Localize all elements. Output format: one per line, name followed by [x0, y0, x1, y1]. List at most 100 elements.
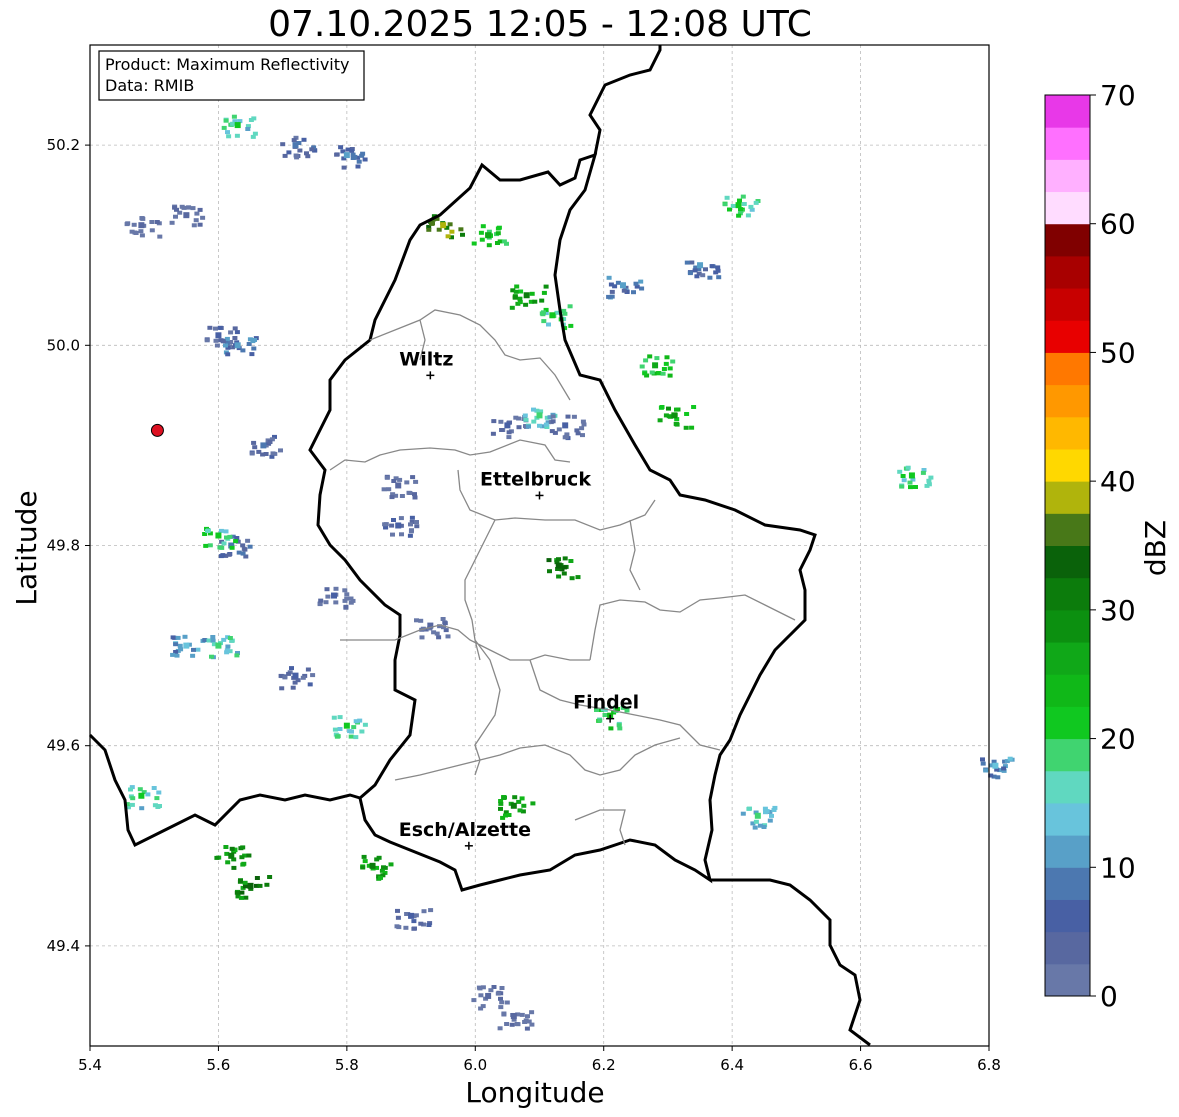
echo-pixel: [547, 569, 552, 574]
echo-pixel: [546, 558, 552, 563]
echo-pixel: [458, 227, 464, 232]
echo-pixel: [913, 485, 918, 489]
echo-pixel: [384, 475, 390, 480]
echo-pixel: [347, 729, 353, 734]
echo-pixel: [224, 648, 230, 653]
echo-pixel: [243, 895, 249, 900]
echo-pixel: [716, 275, 722, 280]
echo-pixel: [223, 343, 228, 348]
echo-pixel: [663, 361, 669, 366]
echo-pixel: [323, 600, 329, 605]
echo-core: [555, 562, 562, 569]
echo-pixel: [486, 243, 492, 248]
echo-core: [234, 122, 241, 129]
echo-pixel: [606, 275, 612, 280]
echo-pixel: [249, 451, 255, 456]
echo-pixel: [926, 482, 932, 487]
echo-pixel: [541, 310, 546, 315]
city-label: Ettelbruck: [480, 468, 591, 490]
echo-pixel: [512, 795, 518, 800]
echo-pixel: [531, 419, 537, 424]
colorbar-segment: [1045, 642, 1090, 675]
echo-pixel: [621, 288, 627, 293]
echo-pixel: [337, 715, 343, 720]
echo-pixel: [289, 666, 294, 671]
echo-pixel: [333, 586, 339, 591]
echo-pixel: [703, 267, 708, 272]
echo-pixel: [480, 224, 486, 229]
echo-pixel: [376, 855, 382, 860]
echo-pixel: [391, 518, 396, 522]
echo-pixel: [543, 284, 549, 289]
echo-pixel: [200, 215, 206, 220]
echo-pixel: [503, 813, 508, 818]
echo-pixel: [220, 339, 226, 344]
y-axis-ticks: 49.4 49.6 49.8 50.0 50.2: [47, 136, 90, 955]
echo-pixel: [397, 477, 403, 482]
colorbar-tick-label: 20: [1100, 723, 1136, 756]
city-label: Findel: [573, 692, 639, 714]
echo-pixel: [543, 422, 549, 427]
echo-pixel: [667, 373, 673, 378]
echo-pixel: [412, 926, 417, 931]
x-tick-label: 6.6: [849, 1056, 873, 1074]
echo-pixel: [639, 286, 645, 291]
x-axis-ticks: 5.4 5.6 5.8 6.0 6.2 6.4 6.6 6.8: [78, 1046, 1001, 1074]
echo-pixel: [521, 803, 527, 808]
echo-pixel: [332, 727, 338, 732]
echo-pixel: [178, 647, 184, 652]
colorbar-segment: [1045, 770, 1090, 804]
echo-pixel: [378, 875, 383, 880]
echo-pixel: [495, 991, 501, 996]
echo-pixel: [687, 271, 693, 276]
radar-site-marker: [150, 423, 164, 437]
echo-pixel: [504, 1000, 510, 1005]
echo-core: [504, 422, 511, 429]
echo-pixel: [642, 371, 648, 376]
echo-pixel: [124, 222, 130, 227]
echo-pixel: [434, 631, 440, 636]
echo-pixel: [247, 544, 253, 549]
echo-pixel: [408, 522, 413, 527]
echo-pixel: [399, 532, 404, 537]
echo-pixel: [209, 654, 214, 659]
city-label: Wiltz: [399, 348, 453, 370]
echo-core: [510, 802, 517, 809]
echo-pixel: [242, 547, 248, 552]
echo-pixel: [689, 425, 695, 430]
echo-pixel: [351, 725, 357, 730]
echo-pixel: [226, 552, 232, 557]
echo-pixel: [609, 294, 615, 299]
echo-pixel: [151, 786, 157, 790]
echo-pixel: [498, 419, 504, 424]
echo-pixel: [310, 673, 316, 678]
echo-pixel: [568, 323, 574, 328]
colorbar-segment: [1045, 481, 1090, 514]
echo-pixel: [550, 414, 556, 419]
echo-pixel: [407, 533, 413, 538]
echo-pixel: [546, 322, 551, 327]
echo-pixel: [307, 682, 313, 687]
echo-pixel: [414, 618, 419, 623]
echo-pixel: [172, 205, 178, 210]
echo-pixel: [362, 722, 368, 727]
echo-pixel: [519, 796, 525, 801]
echo-pixel: [569, 576, 575, 581]
echo-pixel: [221, 125, 227, 130]
echo-pixel: [532, 299, 538, 304]
echo-pixel: [362, 859, 368, 864]
colorbar-tick-label: 40: [1100, 465, 1136, 498]
echo-pixel: [436, 635, 442, 640]
echo-pixel: [197, 222, 203, 227]
echo-pixel: [664, 355, 670, 360]
echo-pixel: [498, 806, 503, 811]
echo-pixel: [231, 114, 237, 119]
echo-core: [992, 762, 999, 769]
echo-pixel: [499, 428, 505, 432]
colorbar-segment: [1045, 127, 1090, 160]
echo-pixel: [537, 423, 542, 428]
echo-pixel: [689, 260, 695, 265]
echo-pixel: [691, 405, 697, 409]
echo-pixel: [221, 541, 227, 546]
echo-pixel: [498, 996, 503, 1001]
